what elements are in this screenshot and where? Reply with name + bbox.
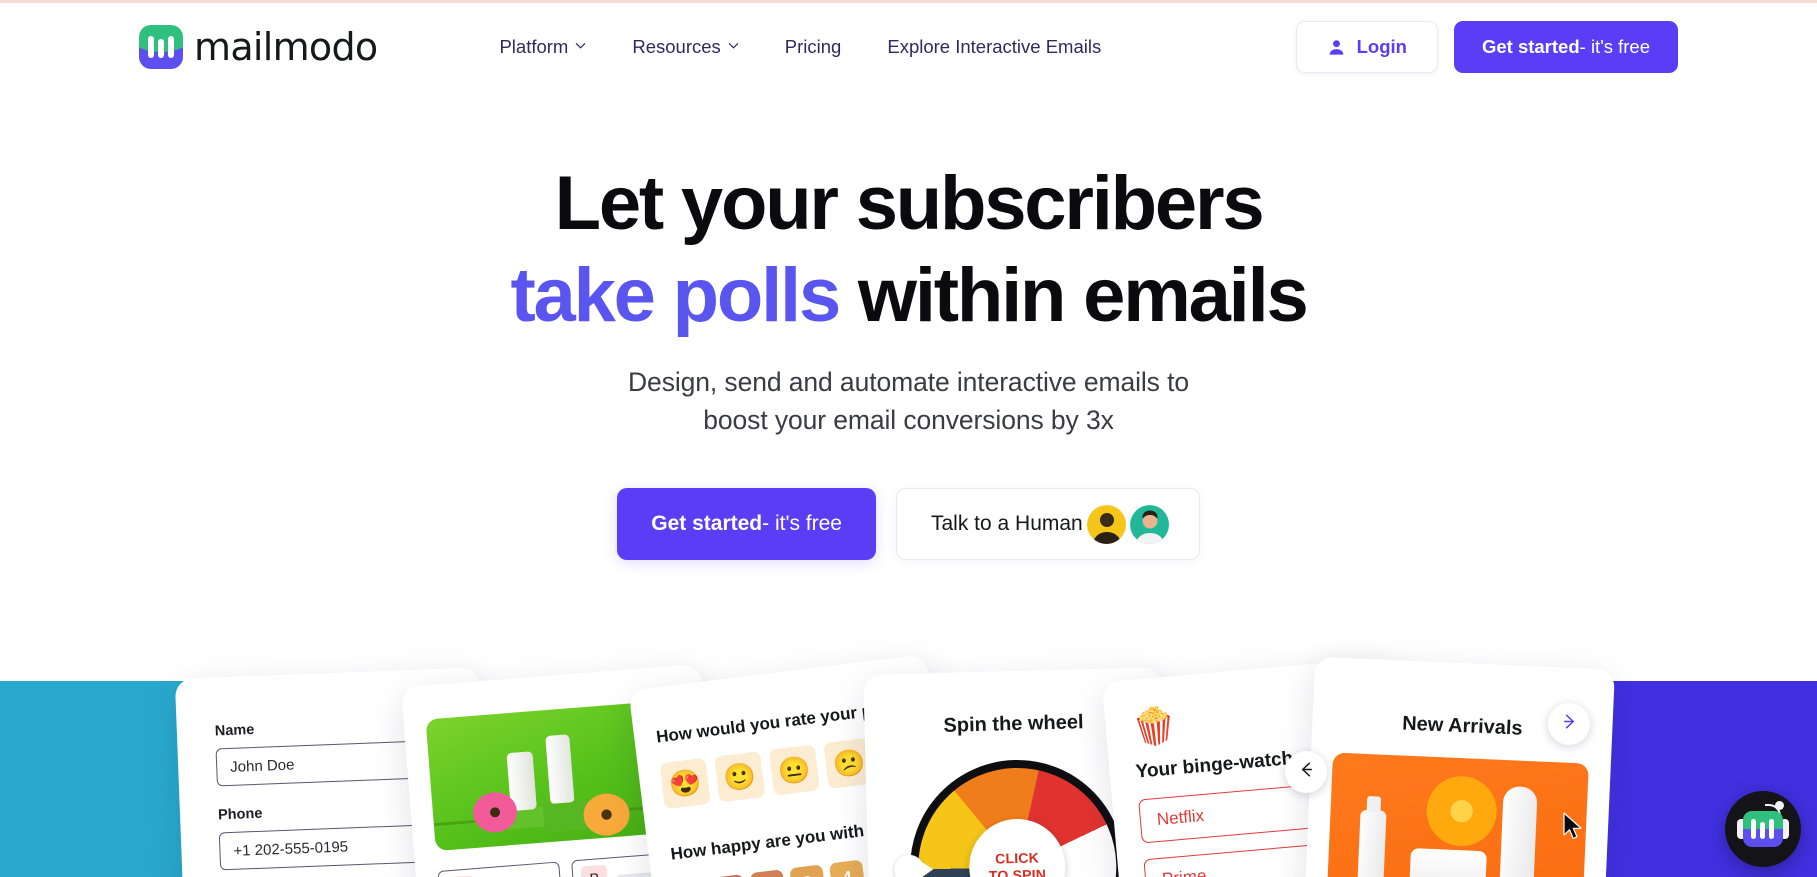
headline-line-2: take polls within emails bbox=[0, 258, 1817, 334]
template-carousel: Name John Doe Phone +1 202-555-0195 Addr… bbox=[0, 532, 1817, 877]
primary-nav: Platform Resources Pricing Explore Inter… bbox=[476, 28, 1124, 66]
login-button[interactable]: Login bbox=[1295, 21, 1438, 73]
headline-line-1: Let your subscribers bbox=[554, 161, 1265, 246]
emoji-rating-option[interactable]: 🙂 bbox=[714, 751, 766, 803]
headline-rest: within emails bbox=[839, 253, 1309, 338]
nav-item-platform[interactable]: Platform bbox=[476, 28, 609, 66]
carousel-prev-button[interactable] bbox=[1285, 751, 1327, 793]
nav-item-resources[interactable]: Resources bbox=[609, 28, 761, 66]
page-title: Let your subscribers take polls within e… bbox=[0, 166, 1817, 334]
mailmodo-logo-icon bbox=[139, 25, 183, 69]
chevron-down-icon bbox=[728, 40, 739, 51]
emoji-rating-option[interactable]: 😐 bbox=[768, 744, 820, 796]
site-header: mailmodo Platform Resources Pricing Expl… bbox=[0, 3, 1817, 91]
login-label: Login bbox=[1356, 36, 1407, 57]
mailmodo-bot-icon bbox=[1743, 811, 1783, 847]
header-actions: Login Get started - it's free bbox=[1295, 21, 1678, 73]
arrow-right-icon bbox=[1560, 712, 1579, 736]
new-arrivals-image bbox=[1325, 752, 1589, 877]
nps-option[interactable]: 2 bbox=[749, 869, 787, 877]
header-get-started-button[interactable]: Get started - it's free bbox=[1453, 21, 1678, 73]
mouse-cursor-icon bbox=[1562, 812, 1586, 847]
option-letter: B bbox=[580, 864, 609, 877]
nps-option[interactable]: 4 bbox=[829, 859, 866, 877]
header-cta-light: - it's free bbox=[1579, 36, 1650, 57]
nav-item-label: Pricing bbox=[784, 36, 842, 57]
spin-button-line-2: TO SPIN bbox=[988, 866, 1047, 877]
headline-accent: take polls bbox=[510, 253, 841, 338]
emoji-rating-option[interactable]: 😍 bbox=[659, 757, 711, 810]
arrow-left-icon bbox=[1297, 760, 1316, 784]
nps-option[interactable]: 3 bbox=[789, 864, 827, 877]
header-cta-bold: Get started bbox=[1481, 36, 1580, 57]
page-root: mailmodo Platform Resources Pricing Expl… bbox=[0, 0, 1817, 877]
nav-item-label: Explore Interactive Emails bbox=[887, 36, 1102, 57]
nav-item-label: Resources bbox=[632, 36, 721, 57]
nav-item-label: Platform bbox=[499, 36, 569, 57]
chat-support-button[interactable] bbox=[1725, 791, 1801, 867]
brand-logo[interactable]: mailmodo bbox=[139, 25, 378, 69]
user-icon bbox=[1327, 38, 1346, 57]
nav-item-explore-interactive-emails[interactable]: Explore Interactive Emails bbox=[864, 28, 1124, 66]
hero-subheading: Design, send and automate interactive em… bbox=[0, 364, 1817, 439]
subhead-line-2: boost your email conversions by 3x bbox=[703, 404, 1114, 435]
spin-button-line-1: CLICK bbox=[994, 849, 1040, 867]
brand-name: mailmodo bbox=[194, 25, 378, 69]
carousel-next-button[interactable] bbox=[1548, 703, 1590, 745]
subhead-line-1: Design, send and automate interactive em… bbox=[628, 367, 1189, 397]
hero-section: Let your subscribers take polls within e… bbox=[0, 91, 1817, 561]
spin-wheel-widget[interactable]: CLICK TO SPIN bbox=[893, 757, 1128, 877]
nav-item-pricing[interactable]: Pricing bbox=[762, 28, 865, 66]
chevron-down-icon bbox=[575, 40, 586, 51]
quiz-option-a[interactable]: A bbox=[437, 861, 563, 877]
